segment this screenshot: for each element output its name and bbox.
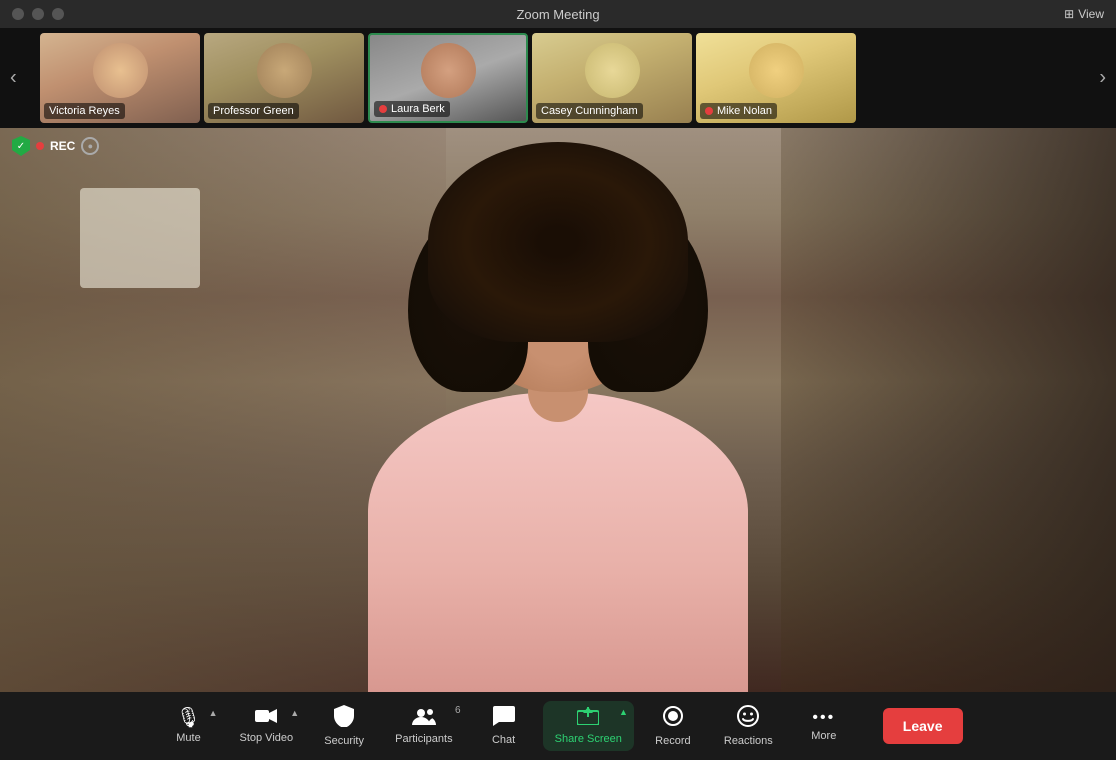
caret-icon: ▲ [619,707,628,717]
chat-icon [493,706,515,730]
record-button[interactable]: Record [638,699,708,753]
toolbar: ▲ 🎙 Mute ▲ Stop Video Security 6 [0,692,1116,760]
participants-button[interactable]: 6 Participants [383,701,464,751]
video-background [0,128,1116,692]
mute-button[interactable]: ▲ 🎙 Mute [154,702,224,750]
microphone-icon: 🎙 [176,708,201,728]
participant-name: Casey Cunningham [536,103,643,119]
participants-count: 6 [455,705,461,716]
record-icon [662,705,684,731]
close-button[interactable] [12,8,24,20]
chat-button[interactable]: Chat [469,700,539,752]
camera-circle-icon: ● [81,137,99,155]
rec-indicator: ✓ REC ● [12,136,99,156]
reactions-button[interactable]: Reactions [712,699,785,753]
share-screen-icon [577,707,599,729]
caret-icon: ▲ [290,708,299,718]
emoji-icon [737,705,759,731]
title-bar: Zoom Meeting ⊞ View [0,0,1116,28]
muted-icon [379,105,387,113]
participant-tile[interactable]: Professor Green [204,33,364,123]
security-button[interactable]: Security [309,699,379,753]
rec-dot [36,142,44,150]
camera-icon [255,708,277,728]
participant-tile[interactable]: Casey Cunningham [532,33,692,123]
maximize-button[interactable] [52,8,64,20]
participant-tile[interactable]: Victoria Reyes [40,33,200,123]
more-button[interactable]: ••• More [789,704,859,748]
participant-name: Laura Berk [374,101,450,117]
minimize-button[interactable] [32,8,44,20]
participant-name: Professor Green [208,103,299,119]
shield-icon: ✓ [12,136,30,156]
traffic-lights [12,8,64,20]
caret-icon: ▲ [209,708,218,718]
more-icon: ••• [812,710,835,726]
participant-name: Victoria Reyes [44,103,125,119]
grid-icon: ⊞ [1064,7,1074,21]
stop-video-button[interactable]: ▲ Stop Video [228,702,306,750]
view-button[interactable]: ⊞ View [1064,7,1104,21]
main-video [0,128,1116,692]
leave-button[interactable]: Leave [883,708,963,744]
participant-strip: ‹ Victoria Reyes Professor Green Laura B… [0,28,1116,128]
share-screen-button[interactable]: ▲ Share Screen [543,701,634,751]
main-speaker-figure [278,128,838,692]
shield-icon [334,705,354,731]
rec-text: REC [50,139,75,153]
window-title: Zoom Meeting [516,7,599,22]
participants-icon [412,707,436,729]
muted-icon [705,107,713,115]
participant-tile-active[interactable]: Laura Berk [368,33,528,123]
strip-nav-left[interactable]: ‹ [10,67,17,90]
participant-name: Mike Nolan [700,103,777,119]
strip-nav-right[interactable]: › [1099,67,1106,90]
participant-tile[interactable]: Mike Nolan [696,33,856,123]
